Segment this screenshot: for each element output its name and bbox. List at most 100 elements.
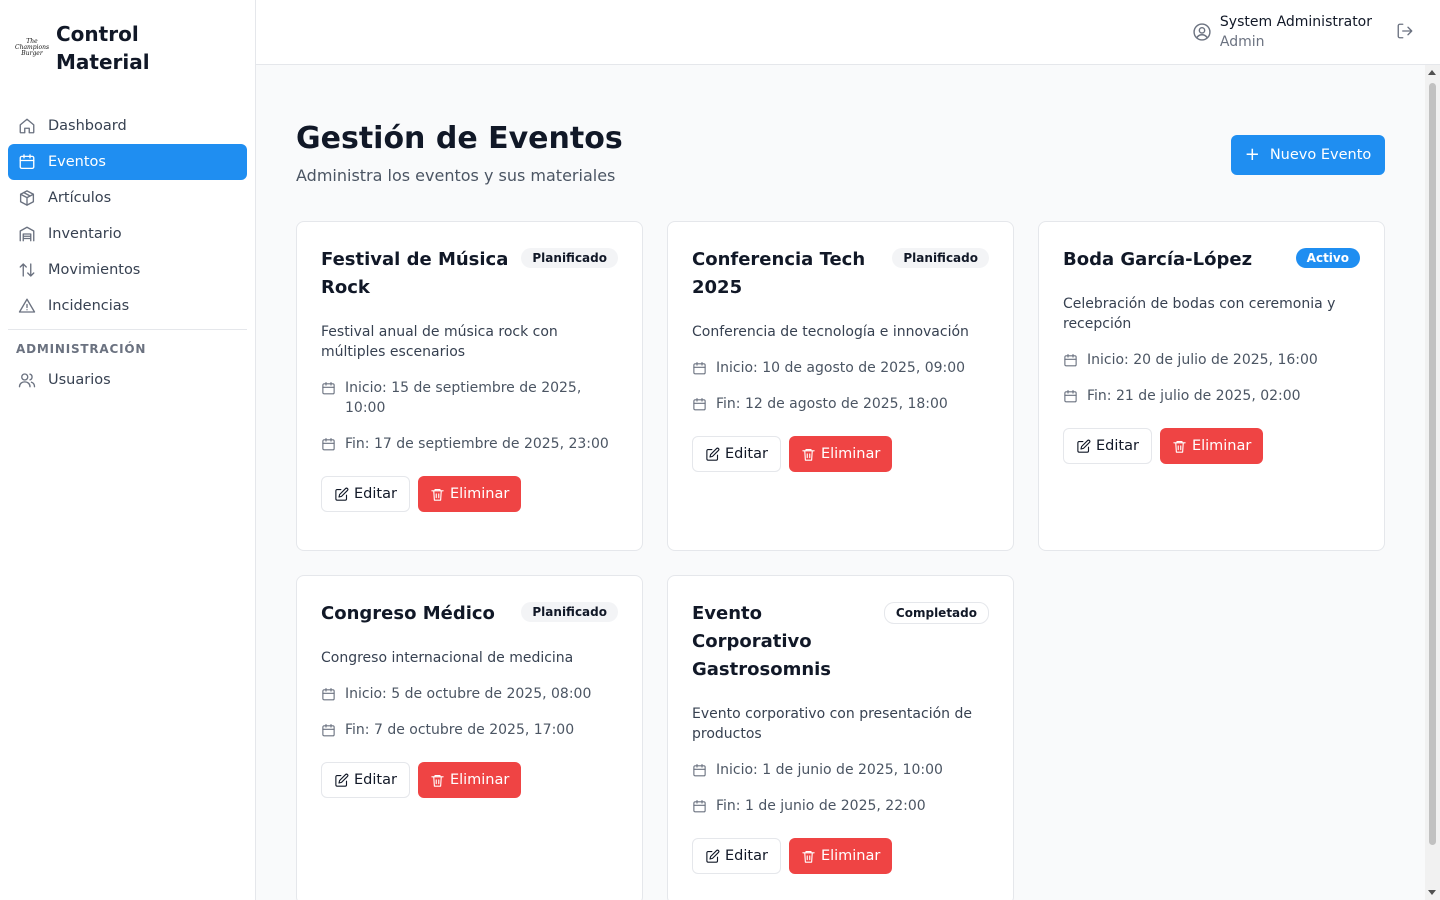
logout-icon xyxy=(1397,23,1413,39)
sidebar-item-label: Incidencias xyxy=(48,298,130,314)
calendar-icon xyxy=(322,688,335,701)
top-header: System Administrator Admin xyxy=(256,0,1440,65)
trash-icon xyxy=(802,850,815,863)
calendar-icon xyxy=(19,154,35,170)
sidebar-item-incidencias[interactable]: Incidencias xyxy=(8,288,247,324)
edit-icon xyxy=(1077,439,1091,453)
trash-icon xyxy=(431,774,444,787)
event-end: Fin: 21 de julio de 2025, 02:00 xyxy=(1063,386,1360,406)
delete-button[interactable]: Eliminar xyxy=(1159,428,1264,464)
delete-label: Eliminar xyxy=(820,848,881,864)
delete-button[interactable]: Eliminar xyxy=(417,762,522,798)
delete-button[interactable]: Eliminar xyxy=(788,838,893,874)
event-title: Boda García-López xyxy=(1063,249,1253,270)
delete-label: Eliminar xyxy=(449,486,510,502)
brand[interactable]: The Champions Burger Control Material xyxy=(0,0,255,96)
sidebar-item-articulos[interactable]: Artículos xyxy=(8,180,247,216)
edit-icon xyxy=(706,849,720,863)
edit-button[interactable]: Editar xyxy=(692,838,781,874)
logout-button[interactable] xyxy=(1396,22,1414,40)
edit-button[interactable]: Editar xyxy=(1063,428,1152,464)
delete-button[interactable]: Eliminar xyxy=(417,476,522,512)
calendar-icon xyxy=(322,438,335,451)
event-description: Conferencia de tecnología e innovación xyxy=(692,324,969,340)
event-description: Congreso internacional de medicina xyxy=(321,650,574,666)
event-start-text: Inicio: 20 de julio de 2025, 16:00 xyxy=(1087,352,1318,368)
event-start: Inicio: 1 de junio de 2025, 10:00 xyxy=(692,760,989,780)
event-card: Festival de Música Rock Planificado Fest… xyxy=(296,221,643,551)
delete-label: Eliminar xyxy=(820,446,881,462)
warehouse-icon xyxy=(19,226,35,242)
sidebar-item-usuarios[interactable]: Usuarios xyxy=(8,362,247,398)
delete-label: Eliminar xyxy=(1191,438,1252,454)
sidebar-item-eventos[interactable]: Eventos xyxy=(8,144,247,180)
event-end: Fin: 12 de agosto de 2025, 18:00 xyxy=(692,394,989,414)
edit-label: Editar xyxy=(354,772,397,788)
event-end-text: Fin: 21 de julio de 2025, 02:00 xyxy=(1087,388,1301,404)
event-end-text: Fin: 17 de septiembre de 2025, 23:00 xyxy=(345,436,609,452)
event-end: Fin: 17 de septiembre de 2025, 23:00 xyxy=(321,434,618,454)
plus-icon: + xyxy=(1244,144,1260,165)
edit-label: Editar xyxy=(354,486,397,502)
trash-icon xyxy=(431,488,444,501)
event-card: Congreso Médico Planificado Congreso int… xyxy=(296,575,643,900)
event-end: Fin: 7 de octubre de 2025, 17:00 xyxy=(321,720,618,740)
calendar-icon xyxy=(693,764,706,777)
edit-label: Editar xyxy=(725,446,768,462)
users-icon xyxy=(18,373,36,388)
new-event-label: Nuevo Evento xyxy=(1269,147,1372,163)
brand-title-line1: Control xyxy=(56,22,139,46)
event-title: Festival de Música Rock xyxy=(321,249,509,298)
calendar-icon xyxy=(322,382,335,395)
status-badge: Planificado xyxy=(521,248,618,268)
warning-icon xyxy=(18,298,36,313)
sidebar: The Champions Burger Control Material Dash… xyxy=(0,0,256,900)
event-end-text: Fin: 12 de agosto de 2025, 18:00 xyxy=(716,396,948,412)
nav-divider xyxy=(8,329,247,330)
user-name: System Administrator xyxy=(1219,14,1372,30)
sidebar-item-label: Eventos xyxy=(48,154,106,170)
sidebar-item-dashboard[interactable]: Dashboard xyxy=(8,108,247,144)
event-start: Inicio: 15 de septiembre de 2025, 10:00 xyxy=(321,378,618,418)
arrows-up-down-icon xyxy=(19,263,35,277)
event-title: Evento Corporativo Gastrosomnis xyxy=(692,603,832,680)
delete-button[interactable]: Eliminar xyxy=(788,436,893,472)
user-menu[interactable]: System Administrator Admin xyxy=(1192,12,1372,52)
sidebar-item-label: Movimientos xyxy=(48,262,141,278)
edit-button[interactable]: Editar xyxy=(692,436,781,472)
calendar-icon xyxy=(1064,390,1077,403)
event-card: Evento Corporativo Gastrosomnis Completa… xyxy=(667,575,1014,900)
page-scrollbar[interactable] xyxy=(1425,65,1440,900)
trash-icon xyxy=(802,448,815,461)
page-subtitle: Administra los eventos y sus materiales xyxy=(296,166,616,185)
events-grid: Festival de Música Rock Planificado Fest… xyxy=(296,221,1385,900)
edit-label: Editar xyxy=(1096,438,1139,454)
status-badge: Planificado xyxy=(892,248,989,268)
event-description: Celebración de bodas con ceremonia y rec… xyxy=(1063,296,1336,332)
scroll-down-arrow[interactable] xyxy=(1428,890,1436,895)
event-start-text: Inicio: 1 de junio de 2025, 10:00 xyxy=(716,762,943,778)
event-card: Boda García-López Activo Celebración de … xyxy=(1038,221,1385,551)
sidebar-item-label: Inventario xyxy=(48,226,122,242)
page-title: Gestión de Eventos xyxy=(296,121,623,156)
event-end: Fin: 1 de junio de 2025, 22:00 xyxy=(692,796,989,816)
status-badge: Planificado xyxy=(521,602,618,622)
status-badge: Activo xyxy=(1295,248,1360,268)
event-start-text: Inicio: 5 de octubre de 2025, 08:00 xyxy=(345,686,592,702)
scroll-thumb[interactable] xyxy=(1429,83,1436,845)
sidebar-item-movimientos[interactable]: Movimientos xyxy=(8,252,247,288)
edit-icon xyxy=(335,487,349,501)
delete-label: Eliminar xyxy=(449,772,510,788)
event-title: Congreso Médico xyxy=(321,603,495,624)
calendar-icon xyxy=(693,362,706,375)
new-event-button[interactable]: + Nuevo Evento xyxy=(1231,135,1385,175)
edit-button[interactable]: Editar xyxy=(321,476,410,512)
calendar-icon xyxy=(693,398,706,411)
scroll-up-arrow[interactable] xyxy=(1428,70,1436,75)
event-description: Evento corporativo con presentación de p… xyxy=(692,706,972,742)
event-start-text: Inicio: 10 de agosto de 2025, 09:00 xyxy=(716,360,966,376)
edit-button[interactable]: Editar xyxy=(321,762,410,798)
trash-icon xyxy=(1173,440,1186,453)
sidebar-item-inventario[interactable]: Inventario xyxy=(8,216,247,252)
event-start: Inicio: 5 de octubre de 2025, 08:00 xyxy=(321,684,618,704)
